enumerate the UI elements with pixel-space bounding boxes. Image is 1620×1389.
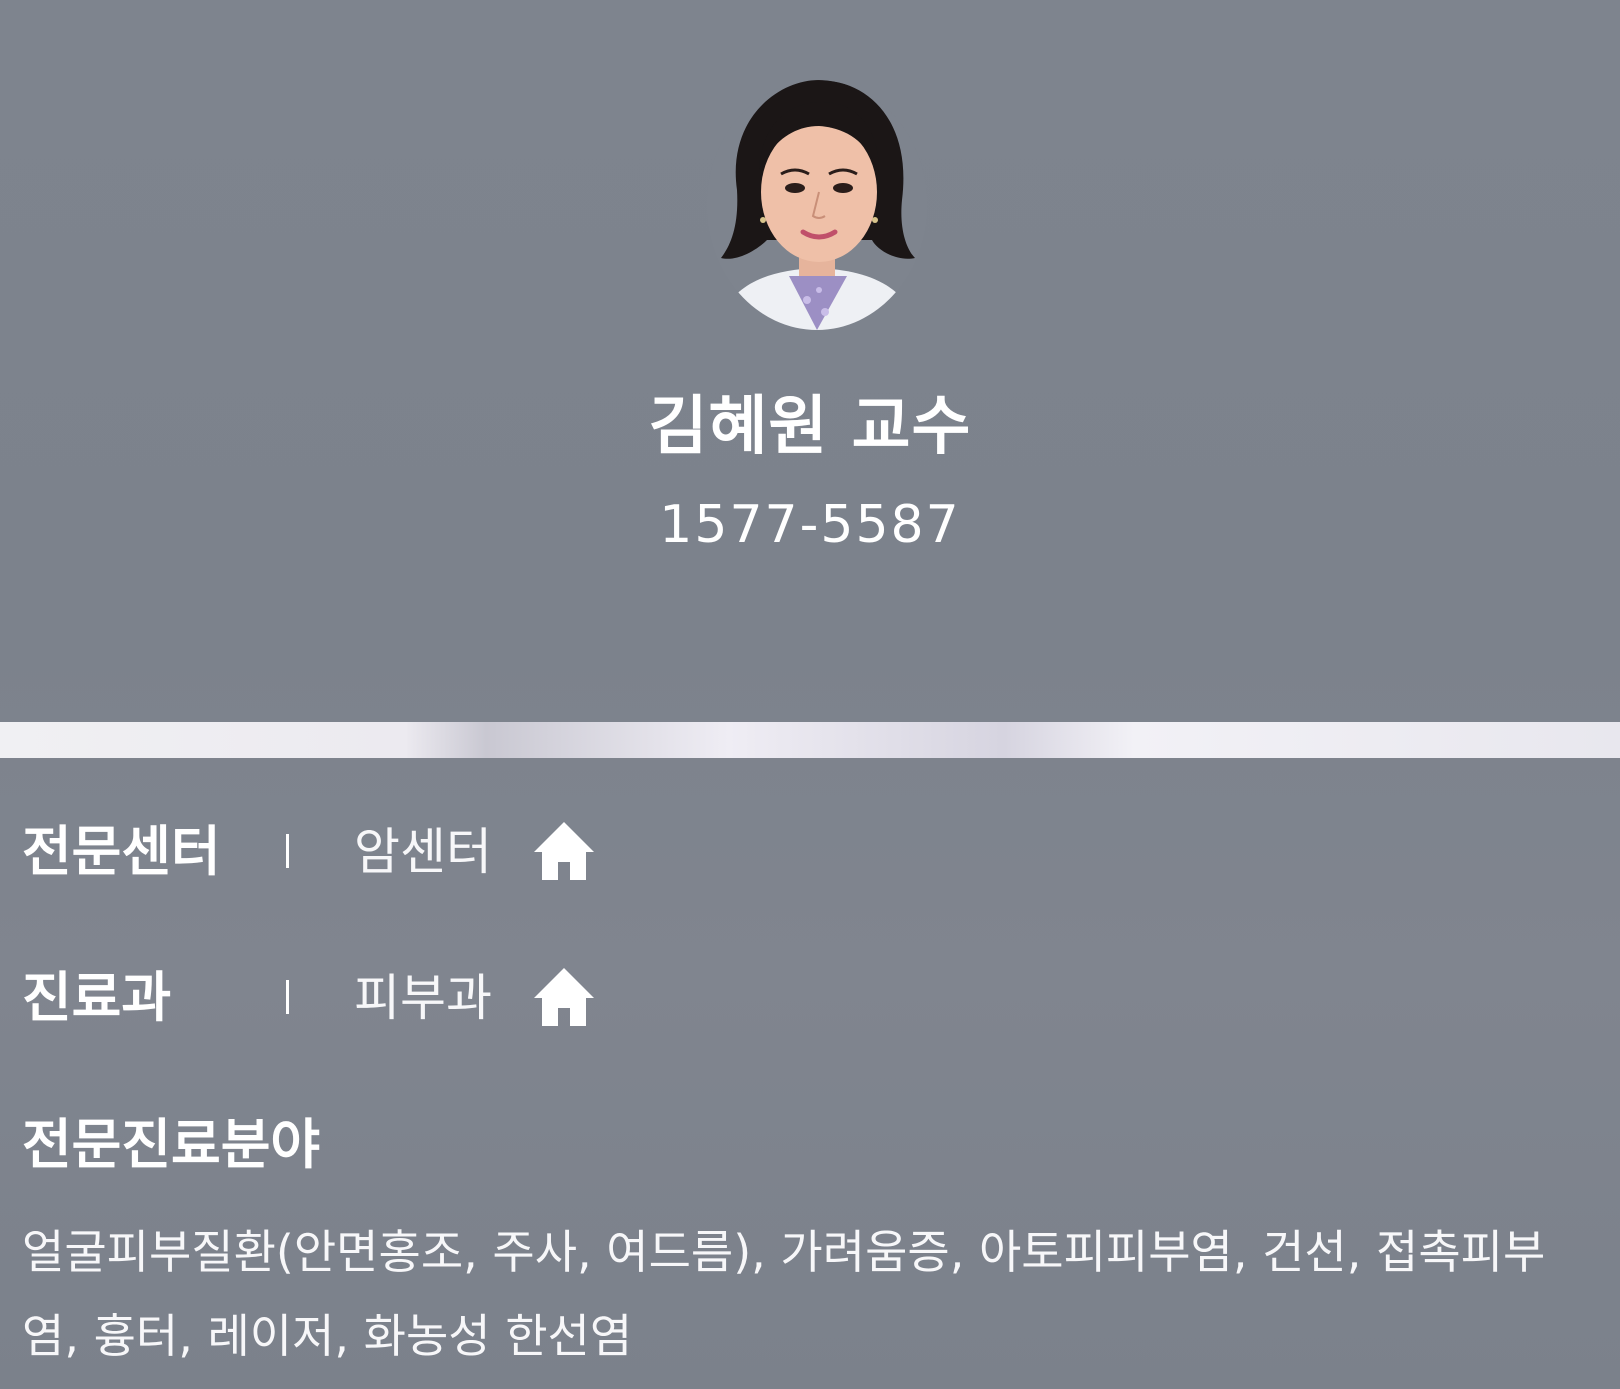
section-divider [0, 722, 1620, 758]
doctor-name: 김혜원 교수 [648, 390, 972, 464]
center-label: 전문센터 [22, 820, 221, 883]
doctor-phone[interactable]: 1577-5587 [0, 495, 1620, 555]
home-icon[interactable] [532, 966, 596, 1028]
specialty-text: 얼굴피부질환(안면홍조, 주사, 여드름), 가려움증, 아토피피부염, 건선,… [22, 1225, 1546, 1363]
row-separator [286, 980, 289, 1014]
center-value[interactable]: 암센터 [354, 812, 492, 892]
row-separator [286, 834, 289, 868]
doctor-avatar [707, 80, 927, 330]
doctor-profile-header: 김혜원 교수 1577-5587 [0, 0, 1620, 720]
department-label: 진료과 [22, 966, 172, 1029]
center-row: 전문센터 암센터 [22, 812, 1422, 892]
department-value[interactable]: 피부과 [354, 958, 492, 1038]
home-icon[interactable] [532, 820, 596, 882]
doctor-photo [707, 80, 927, 330]
specialty-title: 전문진료분야 [22, 1113, 321, 1176]
department-row: 진료과 피부과 [22, 958, 1422, 1038]
